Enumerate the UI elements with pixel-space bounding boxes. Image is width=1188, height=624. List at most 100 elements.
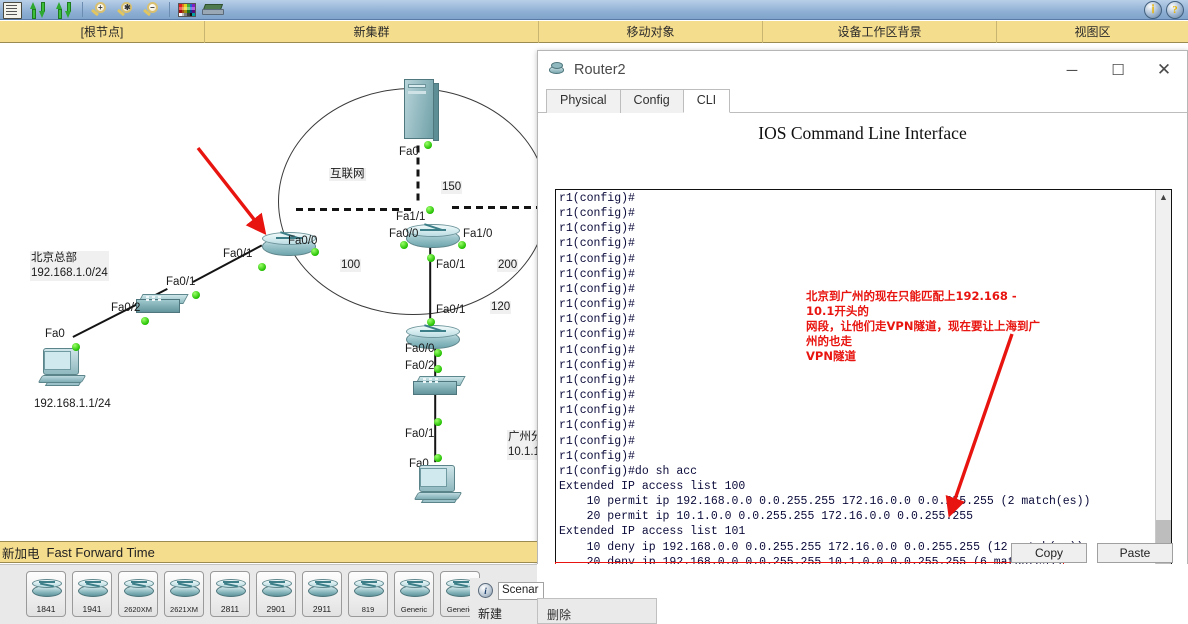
scenario-bar: i Scenar 新建: [470, 578, 544, 624]
port-indicator: [434, 454, 442, 462]
port-indicator: [427, 254, 435, 262]
pointer-arrow-icon: [196, 146, 267, 236]
minimize-button[interactable]: ─: [1049, 54, 1095, 86]
cli-heading: IOS Command Line Interface: [758, 123, 967, 143]
window-tabs: Physical Config CLI: [538, 89, 1187, 113]
port-indicator: [426, 206, 434, 214]
label-gz-fa01-up: Fa0/1: [436, 304, 466, 316]
label-sw-bj-fa02: Fa0/2: [111, 302, 141, 314]
device-2620xm[interactable]: 2620XM: [118, 571, 158, 617]
device-2811[interactable]: 2811: [210, 571, 250, 617]
device-label: 2911: [312, 604, 332, 614]
toolbar-divider-2: [169, 2, 170, 17]
palette-icon[interactable]: [174, 1, 200, 19]
port-indicator: [192, 291, 200, 299]
menubar-item-root[interactable]: [根节点]: [0, 20, 205, 43]
menubar-item-workspace-bg[interactable]: 设备工作区背景: [763, 20, 997, 43]
label-gz-sw-fa02: Fa0/2: [405, 360, 435, 372]
label-core-fa01: Fa0/1: [436, 259, 466, 271]
port-indicator: [434, 418, 442, 426]
arrows-down-icon[interactable]: [26, 1, 52, 19]
annotation-arrow-icon: [945, 333, 1014, 518]
site-beijing-text: 北京总部 192.168.1.0/24: [31, 252, 108, 279]
link-cost-east: 200: [497, 259, 519, 272]
label-pc-beijing-ip: 192.168.1.1/24: [34, 398, 111, 410]
device-2911[interactable]: 2911: [302, 571, 342, 617]
label-left-fa01: Fa0/1: [223, 248, 253, 260]
simulation-statusbar: 新加电 Fast Forward Time: [0, 541, 537, 563]
tab-config[interactable]: Config: [619, 89, 684, 113]
device-palette[interactable]: 1841 1941 2620XM 2621XM 2811 2901 2911 8…: [0, 564, 537, 624]
link-cost-north: 150: [441, 181, 463, 194]
info-icon[interactable]: ⅰ: [1140, 0, 1166, 19]
label-server-fa0: Fa0: [399, 146, 419, 158]
internet-label: 互联网: [329, 168, 366, 181]
port-indicator: [424, 141, 432, 149]
device-generic-1[interactable]: Generic: [394, 571, 434, 617]
label-sw-bj-fa01: Fa0/1: [166, 276, 196, 288]
copy-button[interactable]: Copy: [1011, 543, 1087, 563]
router-icon: [548, 62, 566, 78]
port-indicator: [72, 343, 80, 351]
maximize-button[interactable]: ☐: [1095, 54, 1141, 86]
power-label: 新加电: [2, 546, 40, 561]
tab-physical[interactable]: Physical: [546, 89, 621, 113]
scanner-icon[interactable]: [200, 1, 232, 19]
zoom-in-icon[interactable]: +: [87, 1, 113, 19]
device-label: 1841: [36, 604, 56, 614]
device-label: 2621XM: [170, 605, 198, 614]
link-cost-west: 100: [340, 259, 362, 272]
label-site-beijing: 北京总部 192.168.1.0/24: [30, 251, 109, 281]
device-guangzhou-switch[interactable]: [413, 375, 466, 401]
fast-forward-label[interactable]: Fast Forward Time: [47, 545, 155, 560]
window-titlebar[interactable]: Router2 ─ ☐ ✕: [538, 51, 1187, 89]
info-circle-icon: i: [478, 583, 493, 598]
device-label: 1941: [82, 604, 102, 614]
port-indicator: [311, 248, 319, 256]
window-controls: ─ ☐ ✕: [1049, 54, 1187, 86]
label-gz-sw-fa01: Fa0/1: [405, 428, 435, 440]
device-list: 1841 1941 2620XM 2621XM 2811 2901 2911 8…: [26, 571, 480, 617]
port-indicator: [400, 241, 408, 249]
menubar-item-new-cluster[interactable]: 新集群: [205, 20, 539, 43]
close-button[interactable]: ✕: [1141, 54, 1187, 86]
port-indicator: [427, 318, 435, 326]
device-beijing-switch[interactable]: [136, 293, 189, 319]
device-server[interactable]: [404, 79, 440, 145]
main-toolbar: + ✱ − ⅰ ?: [0, 0, 1188, 20]
device-2901[interactable]: 2901: [256, 571, 296, 617]
label-core-fa11: Fa1/1: [396, 211, 426, 223]
device-label: Generic: [400, 605, 428, 614]
port-indicator: [141, 317, 149, 325]
scenario-new-button[interactable]: 新建: [478, 605, 502, 622]
device-beijing-pc[interactable]: [37, 348, 87, 390]
help-icon[interactable]: ?: [1166, 0, 1188, 19]
port-indicator: [258, 263, 266, 271]
label-gz-fa00: Fa0/0: [405, 343, 435, 355]
device-1841[interactable]: 1841: [26, 571, 66, 617]
toolbar-divider: [82, 2, 83, 17]
device-label: 2901: [266, 604, 286, 614]
scenario-delete-button[interactable]: 删除: [547, 606, 571, 623]
device-guangzhou-pc[interactable]: [413, 465, 463, 507]
zoom-reset-icon[interactable]: ✱: [113, 1, 139, 19]
device-label: 819: [361, 605, 375, 614]
tab-cli[interactable]: CLI: [682, 89, 731, 113]
menubar-item-viewport[interactable]: 视图区: [997, 21, 1188, 43]
cli-button-row: Copy Paste: [1011, 543, 1173, 563]
device-label: 2620XM: [124, 605, 152, 614]
arrows-down-2-icon[interactable]: [52, 1, 78, 19]
label-left-fa00: Fa0/0: [288, 235, 318, 247]
device-819[interactable]: 819: [348, 571, 388, 617]
document-icon[interactable]: [0, 1, 26, 19]
zoom-out-icon[interactable]: −: [139, 1, 165, 19]
window-title: Router2: [574, 62, 626, 78]
device-1941[interactable]: 1941: [72, 571, 112, 617]
menubar-item-move-object[interactable]: 移动对象: [539, 20, 763, 43]
paste-button[interactable]: Paste: [1097, 543, 1173, 563]
scroll-up-icon[interactable]: ▲: [1156, 190, 1171, 204]
port-indicator: [458, 241, 466, 249]
network-topology[interactable]: 互联网 Fa0 150 Fa1/1 Fa0/0 Fa1/0 Fa0/1 100 …: [0, 43, 560, 541]
device-label: 2811: [220, 604, 240, 614]
device-2621xm[interactable]: 2621XM: [164, 571, 204, 617]
